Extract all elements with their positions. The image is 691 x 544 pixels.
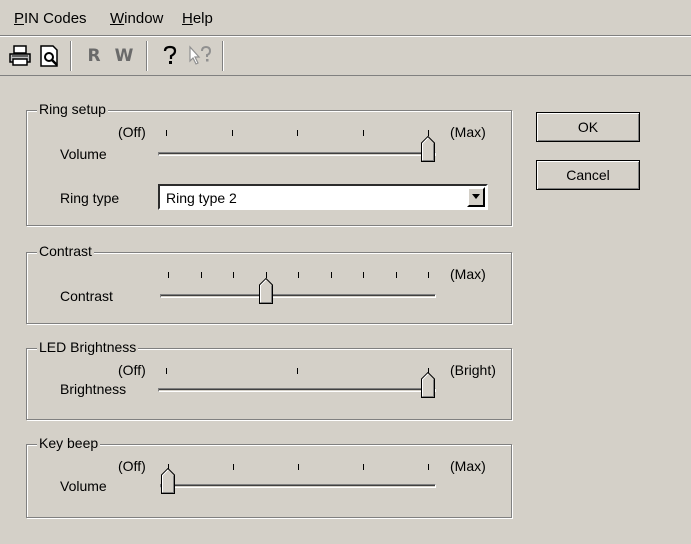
slider-tick [298,464,299,470]
slider-tick [428,272,429,278]
key-beep-title: Key beep [37,435,101,451]
slider-tick [168,272,169,278]
print-button[interactable] [6,43,34,69]
menu-pin-codes[interactable]: PIN Codes [14,10,87,27]
write-icon: W [114,46,134,66]
help-icon [163,45,177,64]
ring-type-value: Ring type 2 [166,190,237,206]
menu-help[interactable]: Help [182,10,213,27]
toolbar: R W [0,35,691,76]
slider-tick [362,130,364,136]
ring-volume-min-label: (Off) [118,124,146,140]
slider-thumb[interactable] [421,136,435,162]
slider-track[interactable] [158,152,436,156]
cancel-button[interactable]: Cancel [536,160,640,190]
key-beep-max-label: (Max) [450,458,486,474]
key-beep-volume-label: Volume [60,478,107,494]
slider-tick [298,272,299,278]
toolbar-separator [222,41,224,71]
menu-help-label: elp [192,10,213,27]
contrast-title: Contrast [37,243,94,259]
slider-thumb[interactable] [421,372,435,398]
ring-type-label: Ring type [60,190,120,206]
chevron-down-icon [472,194,480,199]
slider-tick [233,464,234,470]
led-brightness-title: LED Brightness [37,339,139,355]
slider-thumb[interactable] [161,468,175,494]
context-help-button[interactable] [186,43,214,69]
ring-type-select[interactable]: Ring type 2 [158,184,488,210]
slider-tick [330,272,332,278]
ring-setup-title: Ring setup [37,101,108,117]
print-preview-icon [40,45,58,67]
slider-tick [428,464,429,470]
slider-tick [166,368,167,374]
context-help-icon [189,45,212,65]
toolbar-separator [146,41,148,71]
slider-tick [395,272,397,278]
toolbar-separator [70,41,72,71]
slider-tick [297,130,298,136]
brightness-max-label: (Bright) [450,362,496,378]
menu-window-label: indow [124,10,164,27]
menu-pin-codes-label: IN Codes [24,10,87,27]
slider-track[interactable] [158,388,436,392]
slider-tick [233,272,234,278]
print-preview-button[interactable] [36,43,64,69]
help-button[interactable] [156,43,184,69]
ok-button[interactable]: OK [536,112,640,142]
slider-track[interactable] [160,294,436,298]
slider-tick [231,130,233,136]
brightness-label: Brightness [60,381,127,397]
slider-tick [363,464,364,470]
ring-type-dropdown-button[interactable] [467,187,485,207]
menu-window[interactable]: Window [110,10,163,27]
menu-pin-codes-accel: P [14,10,25,27]
slider-track[interactable] [160,484,436,488]
contrast-max-label: (Max) [450,266,486,282]
slider-tick [363,272,364,278]
slider-tick [297,368,298,374]
menu-bar: PIN Codes Window Help [0,0,691,36]
read-icon: R [87,46,101,66]
ring-volume-max-label: (Max) [450,124,486,140]
menu-help-accel: H [182,10,193,27]
slider-tick [166,130,167,136]
contrast-label: Contrast [60,288,113,304]
brightness-min-label: (Off) [118,362,146,378]
read-button[interactable]: R [80,43,108,69]
slider-tick [200,272,202,278]
key-beep-min-label: (Off) [118,458,146,474]
menu-window-accel: W [110,10,125,27]
ring-volume-label: Volume [60,146,107,162]
slider-thumb[interactable] [258,278,273,304]
write-button[interactable]: W [110,43,138,69]
printer-icon [9,45,31,66]
